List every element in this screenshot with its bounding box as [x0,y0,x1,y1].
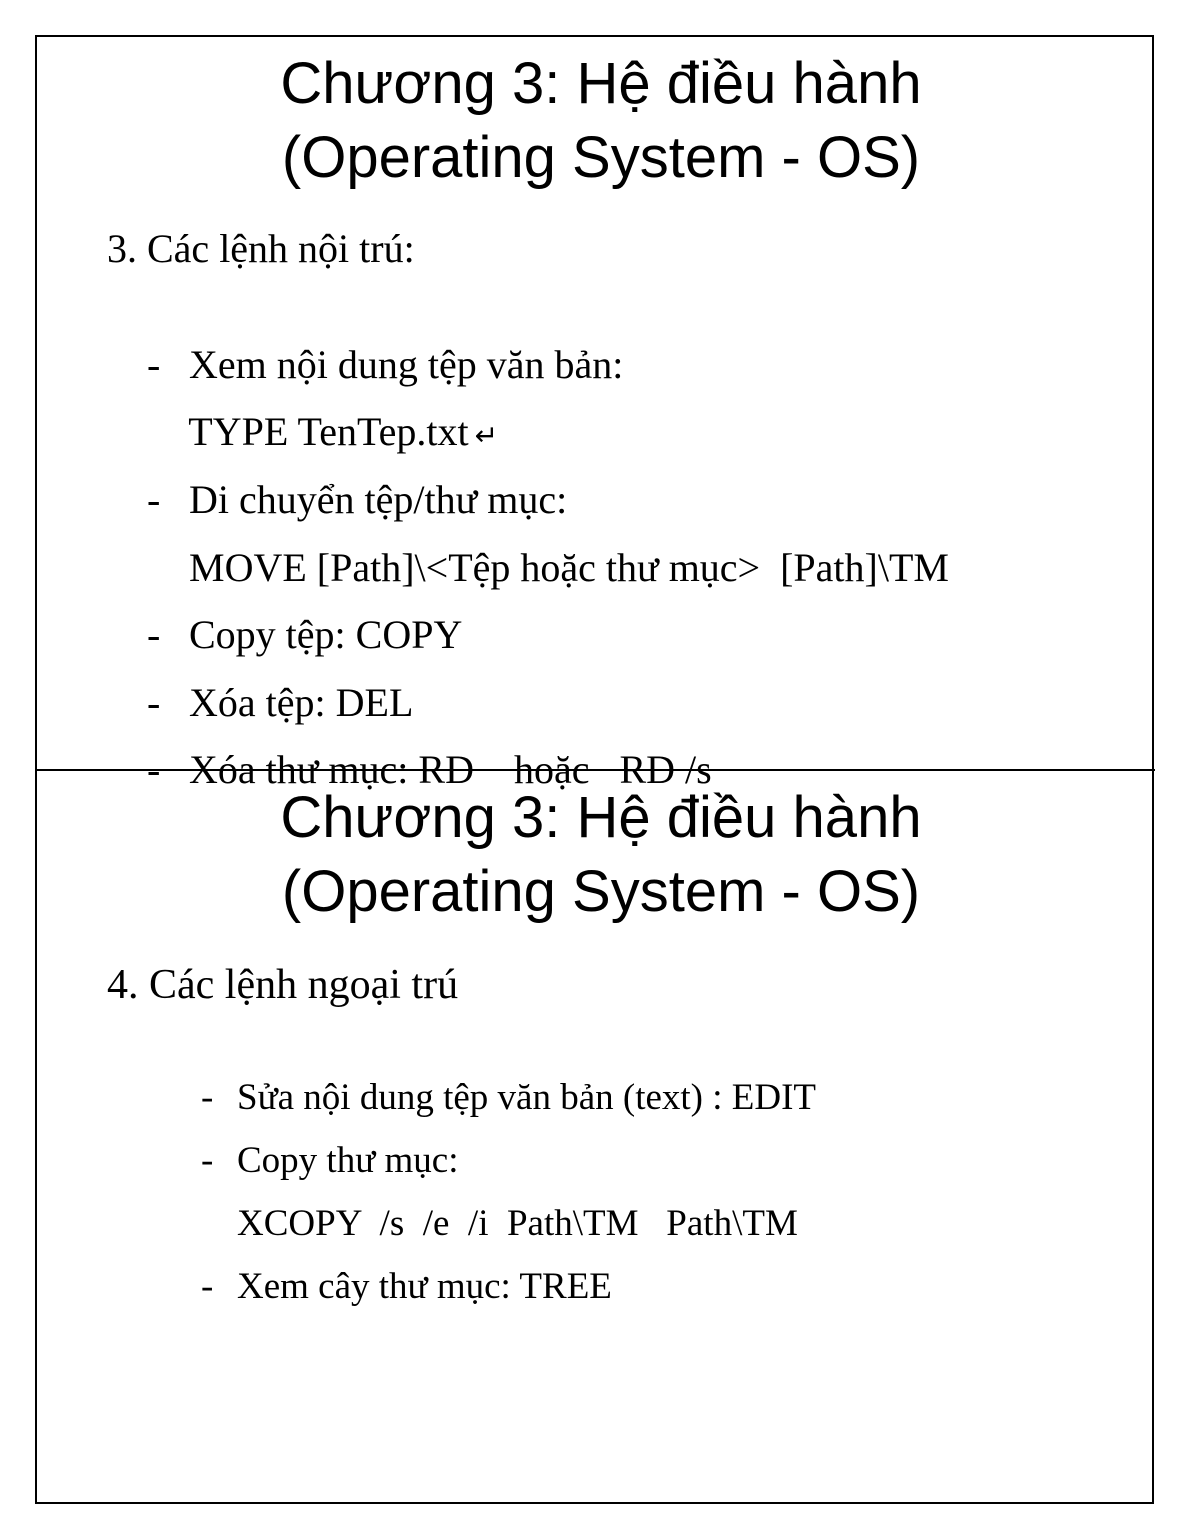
slide-title-line-1: Chương 3: Hệ điều hành [280,785,922,850]
slide-1: Chương 3: Hệ điều hành (Operating System… [37,37,1153,792]
slide-title: Chương 3: Hệ điều hành (Operating System… [37,47,1153,195]
slide-title-line-1: Chương 3: Hệ điều hành [280,51,922,116]
section-heading: 3. Các lệnh nội trú: [107,226,415,271]
slide-title-line-2: (Operating System - OS) [281,859,921,924]
list-item-text: Xem cây thư mục: TREE [237,1266,612,1307]
slide-2: Chương 3: Hệ điều hành (Operating System… [37,771,1153,1504]
bullet-dash: - [201,1266,214,1307]
slide-title-line-2: (Operating System - OS) [281,125,921,190]
section-heading: 4. Các lệnh ngoại trú [107,962,459,1008]
list-item: - Xem cây thư mục: TREE [164,1218,612,1356]
slide-title: Chương 3: Hệ điều hành (Operating System… [37,781,1153,929]
